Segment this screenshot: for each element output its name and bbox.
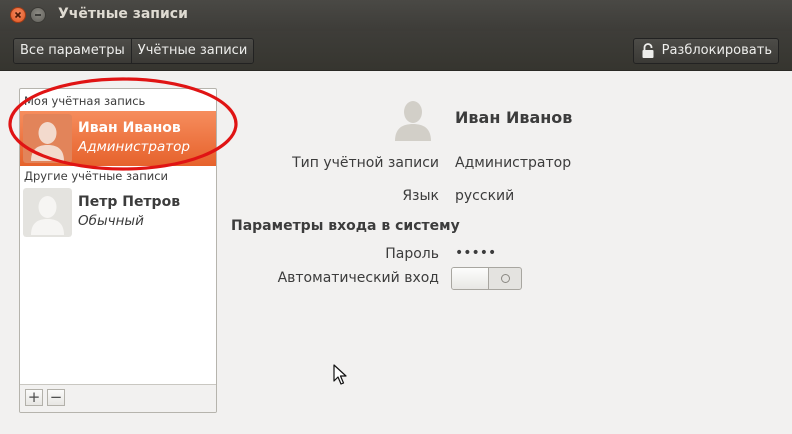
language-label: Язык	[402, 188, 439, 204]
mouse-pointer-icon	[333, 364, 347, 385]
account-type-label: Тип учётной записи	[292, 155, 439, 171]
account-type-value[interactable]: Администратор	[455, 155, 571, 171]
minimize-icon	[35, 14, 41, 16]
user-picture-icon[interactable]	[389, 95, 437, 143]
close-window-button[interactable]	[10, 7, 26, 23]
remove-account-button[interactable]: −	[47, 389, 65, 406]
breadcrumb-user-accounts[interactable]: Учётные записи	[130, 39, 254, 63]
window-title: Учётные записи	[58, 6, 188, 22]
breadcrumb-all-settings[interactable]: Все параметры	[14, 39, 131, 63]
autologin-label: Автоматический вход	[277, 270, 439, 286]
close-icon	[14, 11, 22, 19]
breadcrumb: Все параметры Учётные записи	[13, 38, 255, 64]
unlock-label: Разблокировать	[661, 43, 772, 58]
title-bar: Учётные записи	[0, 0, 792, 31]
account-row-petr[interactable]: Петр Петров Обычный	[20, 185, 216, 240]
password-label: Пароль	[385, 246, 439, 262]
password-value[interactable]: •••••	[455, 245, 496, 261]
account-role: Обычный	[78, 213, 144, 229]
account-name: Петр Петров	[78, 194, 181, 210]
unlock-button[interactable]: Разблокировать	[632, 38, 779, 64]
user-avatar-icon	[23, 188, 72, 237]
switch-knob	[452, 268, 489, 289]
minimize-window-button[interactable]	[30, 7, 46, 23]
login-options-heading: Параметры входа в систему	[231, 218, 460, 234]
switch-off-indicator	[501, 274, 510, 283]
list-toolbar: + −	[20, 384, 216, 412]
annotation-ellipse	[8, 77, 238, 171]
lock-icon	[642, 43, 654, 58]
user-full-name[interactable]: Иван Иванов	[455, 108, 572, 127]
language-value[interactable]: русский	[455, 188, 514, 204]
toolbar: Все параметры Учётные записи Разблокиров…	[0, 31, 792, 71]
autologin-switch[interactable]	[451, 267, 522, 290]
add-account-button[interactable]: +	[25, 389, 43, 406]
